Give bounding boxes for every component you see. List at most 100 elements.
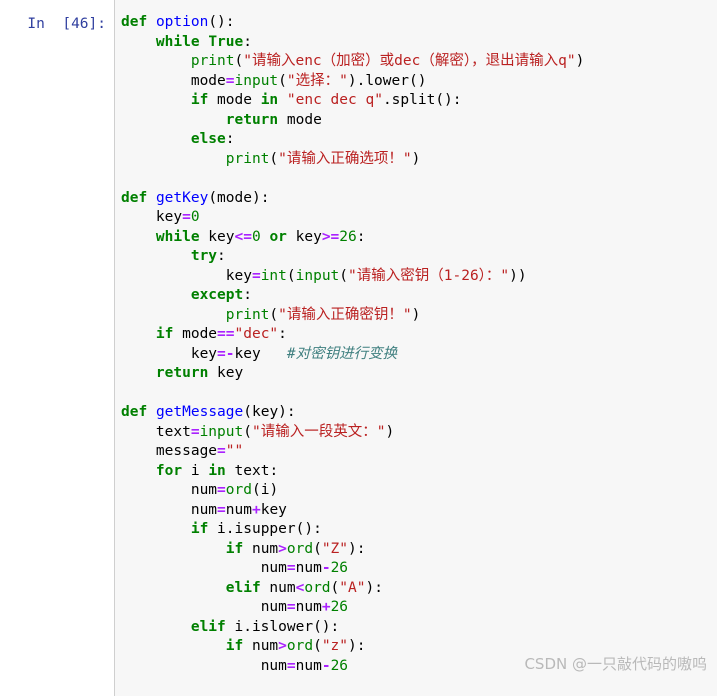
code-token-kw: def	[121, 189, 148, 206]
code-token-plain: (key):	[243, 404, 296, 420]
code-token-kw: in	[208, 462, 226, 479]
code-token-plain: (	[278, 72, 287, 89]
code-token-builtin: input	[199, 423, 244, 440]
code-token-plain: key	[208, 365, 244, 381]
code-token-plain: (	[269, 306, 279, 323]
code-line: def getMessage(key):	[121, 403, 717, 423]
code-token-str: "请输入密钥（1-26）："	[348, 267, 510, 284]
code-token-kw: while	[155, 33, 200, 50]
code-token-op: =	[286, 560, 296, 576]
code-line: mode=input("选择：").lower()	[121, 72, 717, 92]
code-line: while True:	[121, 33, 717, 53]
code-line: print("请输入正确密钥！")	[121, 306, 717, 326]
code-token-plain: (	[313, 638, 322, 654]
code-token-plain: key	[260, 501, 287, 518]
code-token-plain: :	[278, 326, 287, 342]
code-token-op: =	[217, 443, 226, 459]
code-line: except:	[121, 286, 717, 306]
code-token-plain: (	[234, 53, 244, 69]
code-token-op: >	[278, 540, 287, 557]
code-token-kw: elif	[225, 579, 261, 596]
code-token-kw: else	[190, 131, 226, 147]
code-token-plain: num	[260, 579, 296, 596]
code-token-plain: (	[330, 579, 340, 596]
code-token-op: <=	[234, 228, 252, 245]
code-line: if i.isupper():	[121, 520, 717, 540]
code-token-kw: def	[121, 404, 148, 420]
code-token-plain: mode	[190, 72, 226, 89]
code-token-plain: (	[269, 150, 279, 167]
code-token-plain: ):	[348, 540, 366, 557]
code-token-plain: :	[225, 131, 235, 147]
code-token-num: 26	[330, 657, 349, 674]
code-token-builtin: int	[260, 267, 287, 284]
code-token-plain: num	[260, 657, 287, 674]
code-line: elif i.islower():	[121, 618, 717, 638]
code-token-kw: try	[190, 248, 218, 264]
code-token-op: =-	[217, 345, 235, 362]
code-token-kw: for	[155, 462, 183, 479]
code-token-num: 0	[251, 228, 261, 245]
code-token-builtin: ord	[286, 540, 314, 557]
code-token-plain: )	[411, 150, 421, 167]
code-token-fn: option	[155, 14, 209, 30]
code-token-kw: return	[155, 365, 209, 381]
code-token-plain: key	[155, 209, 183, 225]
code-token-fn: getKey	[155, 189, 209, 206]
code-token-plain: key	[190, 345, 218, 362]
code-line: elif num<ord("A"):	[121, 579, 717, 599]
code-token-plain: num	[190, 501, 218, 518]
code-token-plain: (mode):	[208, 189, 270, 206]
code-token-plain: num	[190, 482, 218, 498]
code-token-plain: mode	[173, 326, 218, 342]
code-line: if num>ord("z"):	[121, 637, 717, 657]
code-line: else:	[121, 130, 717, 150]
code-line: key=0	[121, 208, 717, 228]
code-token-op: >	[278, 638, 287, 654]
code-token-plain: num	[243, 638, 279, 654]
code-token-op: =	[225, 72, 235, 89]
code-token-plain: text	[155, 423, 191, 440]
code-token-op: =	[286, 657, 296, 674]
code-token-num: 26	[339, 228, 357, 245]
code-token-plain: )	[575, 53, 585, 69]
source-code[interactable]: def option (): while True: print("请输入enc（…	[121, 13, 717, 676]
code-line: num=num-26	[121, 657, 717, 677]
code-token-plain: message	[155, 443, 218, 459]
code-editor-area[interactable]: def option (): while True: print("请输入enc（…	[114, 0, 717, 696]
code-token-num: 26	[330, 599, 349, 615]
code-token-str: "dec"	[234, 326, 279, 342]
code-token-plain: (	[286, 267, 296, 284]
code-token-kw: elif	[190, 618, 226, 635]
code-line: print("请输入enc（加密）或dec（解密），退出请输入q")	[121, 52, 717, 72]
code-token-builtin: print	[225, 150, 270, 167]
code-token-builtin: print	[190, 53, 235, 69]
code-token-plain: (	[313, 540, 322, 557]
code-line: if mode=="dec":	[121, 325, 717, 345]
code-token-kw: except	[190, 287, 244, 303]
code-token-kw: in	[260, 92, 279, 108]
code-token-str: "enc dec q"	[286, 92, 383, 108]
code-line: return mode	[121, 111, 717, 131]
code-token-plain: (	[243, 423, 252, 440]
code-token-kw: while	[155, 228, 200, 245]
